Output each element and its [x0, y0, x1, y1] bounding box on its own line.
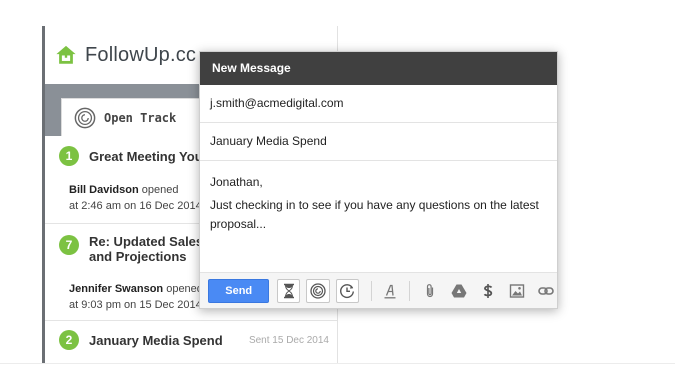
text-format-icon: [384, 284, 396, 298]
item-opener-line: Bill Davidson opened: [69, 182, 178, 198]
money-button[interactable]: [478, 279, 499, 303]
send-button[interactable]: Send: [208, 278, 270, 303]
compose-title: New Message: [200, 52, 557, 85]
toolbar-divider: [408, 280, 410, 301]
opener-name: Jennifer Swanson: [69, 283, 164, 295]
item-title: January Media Spend: [89, 333, 223, 348]
hourglass-icon: [283, 283, 294, 298]
image-icon: [510, 283, 525, 298]
insert-link-button[interactable]: [536, 279, 557, 303]
item-opened-time: at 2:46 am on 16 Dec 2014: [69, 200, 202, 212]
attach-button[interactable]: [420, 279, 441, 303]
message-greeting: Jonathan,: [210, 175, 263, 189]
count-badge: 7: [59, 235, 79, 255]
open-track-button[interactable]: [306, 278, 330, 303]
brand-logo[interactable]: FollowUp.cc: [55, 41, 196, 69]
schedule-button[interactable]: [335, 278, 359, 303]
item-opener-line: Jennifer Swanson opened: [69, 281, 203, 297]
subject-field[interactable]: January Media Spend: [200, 123, 557, 161]
hourglass-button[interactable]: [277, 278, 301, 303]
formatting-button[interactable]: [380, 279, 401, 303]
drive-icon: [451, 284, 467, 297]
opener-action: opened: [166, 283, 203, 295]
open-track-icon: [74, 107, 96, 128]
open-track-icon: [310, 282, 326, 299]
dollar-icon: [484, 283, 493, 298]
link-icon: [538, 286, 555, 295]
drive-button[interactable]: [449, 279, 470, 303]
tab-open-track[interactable]: Open Track: [61, 98, 211, 136]
compose-toolbar: Send: [200, 272, 557, 308]
item-title: Great Meeting You: [89, 149, 203, 164]
paperclip-icon: [427, 283, 434, 297]
opener-name: Bill Davidson: [69, 184, 139, 196]
brand-name: FollowUp.cc: [85, 43, 197, 66]
insert-image-button[interactable]: [507, 279, 528, 303]
item-title-line2: and Projections: [89, 249, 187, 264]
count-badge: 1: [59, 146, 79, 166]
item-title-line1: Re: Updated Sales: [89, 234, 204, 249]
count-badge: 2: [59, 330, 79, 350]
house-arrow-icon: [56, 45, 76, 64]
item-sent-date: Sent 15 Dec 2014: [248, 335, 329, 346]
opener-action: opened: [141, 184, 179, 196]
clock-icon: [340, 283, 355, 298]
message-text: Just checking in to see if you have any …: [210, 198, 539, 231]
compose-window: New Message j.smith@acmedigital.com Janu…: [199, 51, 558, 309]
bottom-divider: [0, 363, 675, 364]
list-item[interactable]: 2 January Media Spend Sent 15 Dec 2014: [45, 321, 337, 363]
item-opened-time: at 9:03 pm on 15 Dec 2014: [69, 299, 202, 311]
to-field[interactable]: j.smith@acmedigital.com: [200, 85, 557, 123]
tab-open-track-label: Open Track: [104, 110, 177, 125]
toolbar-divider: [370, 280, 372, 301]
message-body[interactable]: Jonathan, Just checking in to see if you…: [200, 161, 557, 273]
